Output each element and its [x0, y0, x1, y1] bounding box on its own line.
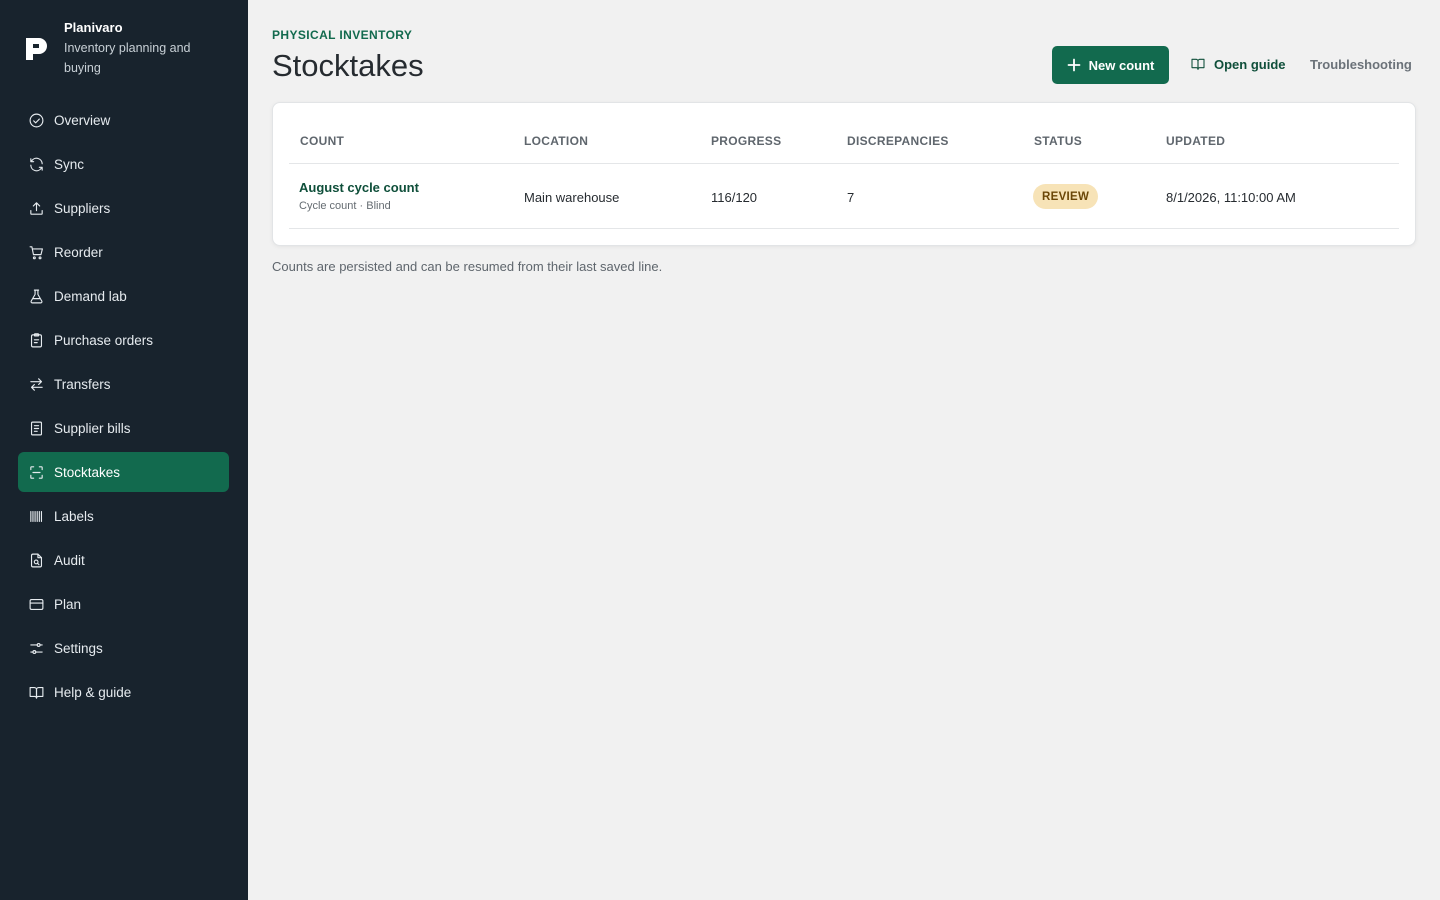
sidebar-item-label: Labels [54, 508, 94, 524]
sidebar-item-stocktakes[interactable]: Stocktakes [18, 452, 229, 492]
sidebar-item-label: Help & guide [54, 684, 132, 700]
column-header-count[interactable]: COUNT [300, 134, 344, 148]
book-icon [27, 683, 45, 701]
refresh-icon [27, 155, 45, 173]
sidebar-item-purchase-orders[interactable]: Purchase orders [18, 320, 229, 360]
planivaro-logo-icon [26, 38, 47, 60]
sidebar-item-labels[interactable]: Labels [18, 496, 229, 536]
progress-cell: 116/120 [711, 190, 758, 205]
sidebar: Planivaro Inventory planning and buying … [0, 0, 248, 900]
column-header-location[interactable]: LOCATION [524, 134, 588, 148]
column-header-status[interactable]: STATUS [1034, 134, 1082, 148]
open-guide-label: Open guide [1214, 56, 1286, 72]
sidebar-item-label: Transfers [54, 376, 111, 392]
sidebar-item-overview[interactable]: Overview [18, 100, 229, 140]
sidebar-item-label: Plan [54, 596, 82, 612]
file-search-icon [27, 551, 45, 569]
sidebar-item-label: Purchase orders [54, 332, 154, 348]
stocktakes-table-card: COUNT LOCATION PROGRESS DISCREPANCIES ST… [272, 102, 1416, 246]
sidebar-item-suppliers[interactable]: Suppliers [18, 188, 229, 228]
status-badge: REVIEW [1033, 184, 1099, 209]
sidebar-item-label: Demand lab [54, 288, 127, 304]
column-header-progress[interactable]: PROGRESS [711, 134, 781, 148]
sidebar-item-label: Audit [54, 552, 85, 568]
sidebar-item-plan[interactable]: Plan [18, 584, 229, 624]
new-count-label: New count [1088, 57, 1155, 73]
sidebar-item-settings[interactable]: Settings [18, 628, 229, 668]
sidebar-item-label: Overview [54, 112, 111, 128]
flask-icon [27, 287, 45, 305]
discrepancies-cell: 7 [847, 190, 855, 205]
table-header: COUNT LOCATION PROGRESS DISCREPANCIES ST… [289, 103, 1399, 164]
page-title: Stocktakes [272, 48, 424, 83]
cart-icon [27, 243, 45, 261]
book-icon [1191, 58, 1205, 70]
credit-card-icon [27, 595, 45, 613]
plus-icon [1067, 58, 1081, 72]
sidebar-item-label: Settings [54, 640, 103, 656]
updated-cell: 8/1/2026, 11:10:00 AM [1166, 190, 1296, 205]
table-row[interactable]: August cycle count Cycle count · Blind M… [289, 164, 1399, 229]
open-guide-link[interactable]: Open guide [1190, 56, 1286, 72]
column-header-discrepancies[interactable]: DISCREPANCIES [847, 134, 949, 148]
location-cell: Main warehouse [524, 190, 620, 205]
check-circle-icon [27, 111, 45, 129]
sidebar-item-transfers[interactable]: Transfers [18, 364, 229, 404]
page-eyebrow: PHYSICAL INVENTORY [272, 28, 413, 42]
column-header-updated[interactable]: UPDATED [1166, 134, 1225, 148]
sidebar-item-label: Reorder [54, 244, 103, 260]
footnote: Counts are persisted and can be resumed … [272, 259, 663, 274]
scan-icon [27, 463, 45, 481]
sidebar-item-supplier-bills[interactable]: Supplier bills [18, 408, 229, 448]
sidebar-item-reorder[interactable]: Reorder [18, 232, 229, 272]
new-count-button[interactable]: New count [1052, 46, 1169, 84]
sidebar-item-label: Sync [54, 156, 85, 172]
sidebar-item-label: Supplier bills [54, 420, 131, 436]
brand-name: Planivaro [64, 20, 123, 35]
clipboard-icon [27, 331, 45, 349]
barcode-icon [27, 507, 45, 525]
sidebar-item-label: Stocktakes [54, 464, 121, 480]
count-meta: Cycle count · Blind [299, 200, 391, 212]
upload-icon [27, 199, 45, 217]
brand: Planivaro Inventory planning and buying [24, 18, 234, 80]
sidebar-item-label: Suppliers [54, 200, 111, 216]
sliders-icon [27, 639, 45, 657]
sidebar-item-help-guide[interactable]: Help & guide [18, 672, 229, 712]
brand-subtitle: Inventory planning and buying [64, 41, 191, 75]
count-name-link[interactable]: August cycle count [299, 180, 419, 195]
arrows-swap-icon [27, 375, 45, 393]
receipt-icon [27, 419, 45, 437]
sidebar-item-sync[interactable]: Sync [18, 144, 229, 184]
troubleshooting-link[interactable]: Troubleshooting [1310, 57, 1412, 72]
sidebar-item-demand-lab[interactable]: Demand lab [18, 276, 229, 316]
sidebar-nav: Overview Sync Suppliers Reorder Demand l… [18, 100, 229, 716]
sidebar-item-audit[interactable]: Audit [18, 540, 229, 580]
